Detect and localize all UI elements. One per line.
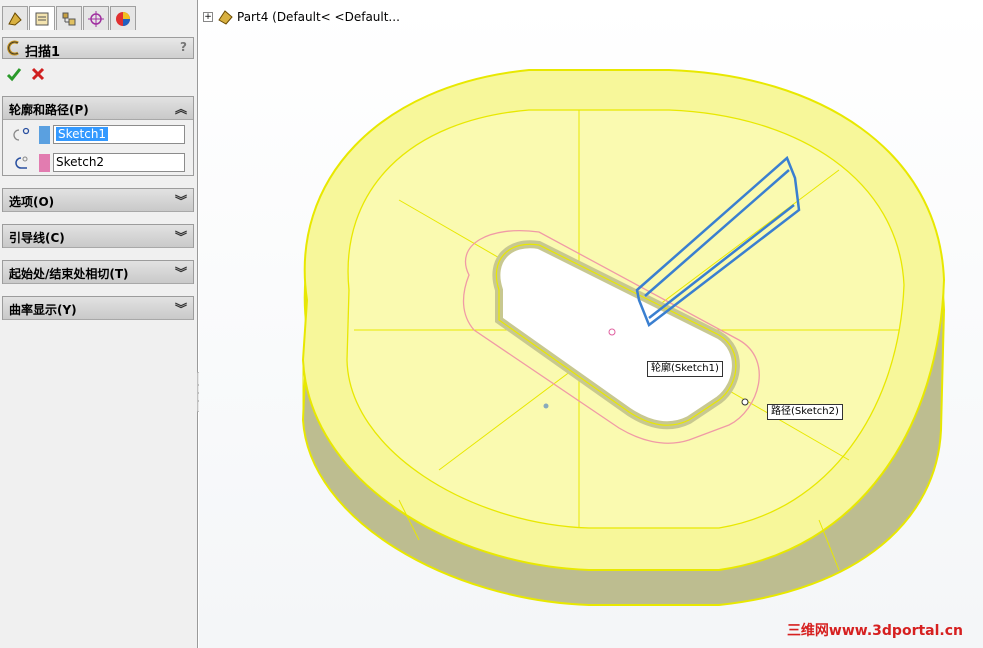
path-callout[interactable]: 路径(Sketch2) [767, 404, 843, 420]
watermark: 三维网www.3dportal.cn [786, 623, 963, 639]
group-start-end-tangency-label: 起始处/结束处相切(T) [9, 267, 129, 281]
tab-feature-manager[interactable] [2, 6, 28, 30]
path-icon [15, 156, 28, 169]
group-profile-path: 轮廓和路径(P) ︽ Sketch1 Sketch2 [2, 96, 194, 176]
sweep-feature-icon [7, 40, 19, 56]
group-options-header[interactable]: 选项(O) ︾ [3, 189, 193, 212]
expand-chevron-icon[interactable]: ︾ [175, 192, 187, 209]
group-profile-path-label: 轮廓和路径(P) [9, 103, 89, 117]
tab-configuration-manager[interactable] [56, 6, 82, 30]
collapse-chevron-icon[interactable]: ︽ [175, 100, 187, 117]
manager-tab-bar [0, 0, 197, 34]
group-guide-curves-header[interactable]: 引导线(C) ︾ [3, 225, 193, 248]
profile-icon [13, 127, 30, 141]
group-curvature-display-label: 曲率显示(Y) [9, 303, 77, 317]
profile-selection-field[interactable]: Sketch1 [53, 125, 185, 144]
expand-chevron-icon[interactable]: ︾ [175, 264, 187, 281]
feature-title: 扫描1 [25, 45, 61, 60]
group-guide-curves[interactable]: 引导线(C) ︾ [2, 224, 194, 248]
group-start-end-tangency-header[interactable]: 起始处/结束处相切(T) ︾ [3, 261, 193, 284]
tab-property-manager[interactable] [29, 6, 55, 30]
group-options-label: 选项(O) [9, 195, 55, 209]
property-manager-panel: 扫描1 ? 轮廓和路径(P) ︽ Sketch1 Sketch2 选项(O) ︾… [0, 0, 198, 648]
expand-chevron-icon[interactable]: ︾ [175, 228, 187, 245]
configuration-manager-icon [62, 12, 76, 26]
group-options[interactable]: 选项(O) ︾ [2, 188, 194, 212]
tab-display-manager[interactable] [110, 6, 136, 30]
sketch-point [543, 403, 549, 409]
path-color-swatch [39, 154, 50, 172]
graphics-viewport[interactable]: + Part4 (Default< <Default... 轮廓(Sketch1… [199, 0, 983, 648]
group-start-end-tangency[interactable]: 起始处/结束处相切(T) ︾ [2, 260, 194, 284]
feature-manager-icon [8, 12, 22, 26]
group-profile-path-header[interactable]: 轮廓和路径(P) ︽ [3, 97, 193, 120]
sweep-preview-model [301, 69, 946, 606]
feature-header: 扫描1 ? [2, 37, 194, 60]
display-manager-icon [116, 12, 130, 26]
profile-color-swatch [39, 126, 50, 144]
help-button[interactable]: ? [180, 40, 187, 54]
property-manager-icon [35, 12, 49, 26]
group-curvature-display[interactable]: 曲率显示(Y) ︾ [2, 296, 194, 320]
path-selection-field[interactable]: Sketch2 [53, 153, 185, 172]
cancel-x-icon[interactable] [30, 66, 46, 82]
expand-chevron-icon[interactable]: ︾ [175, 300, 187, 317]
profile-selection-row: Sketch1 [7, 124, 189, 146]
path-selection-row: Sketch2 [7, 152, 189, 174]
ok-check-icon[interactable] [6, 66, 22, 82]
group-guide-curves-label: 引导线(C) [9, 231, 65, 245]
dimxpert-icon [88, 11, 104, 27]
group-curvature-display-header[interactable]: 曲率显示(Y) ︾ [3, 297, 193, 320]
profile-callout[interactable]: 轮廓(Sketch1) [647, 361, 723, 377]
tab-dimxpert-manager[interactable] [83, 6, 109, 30]
path-pick-point [741, 398, 749, 406]
